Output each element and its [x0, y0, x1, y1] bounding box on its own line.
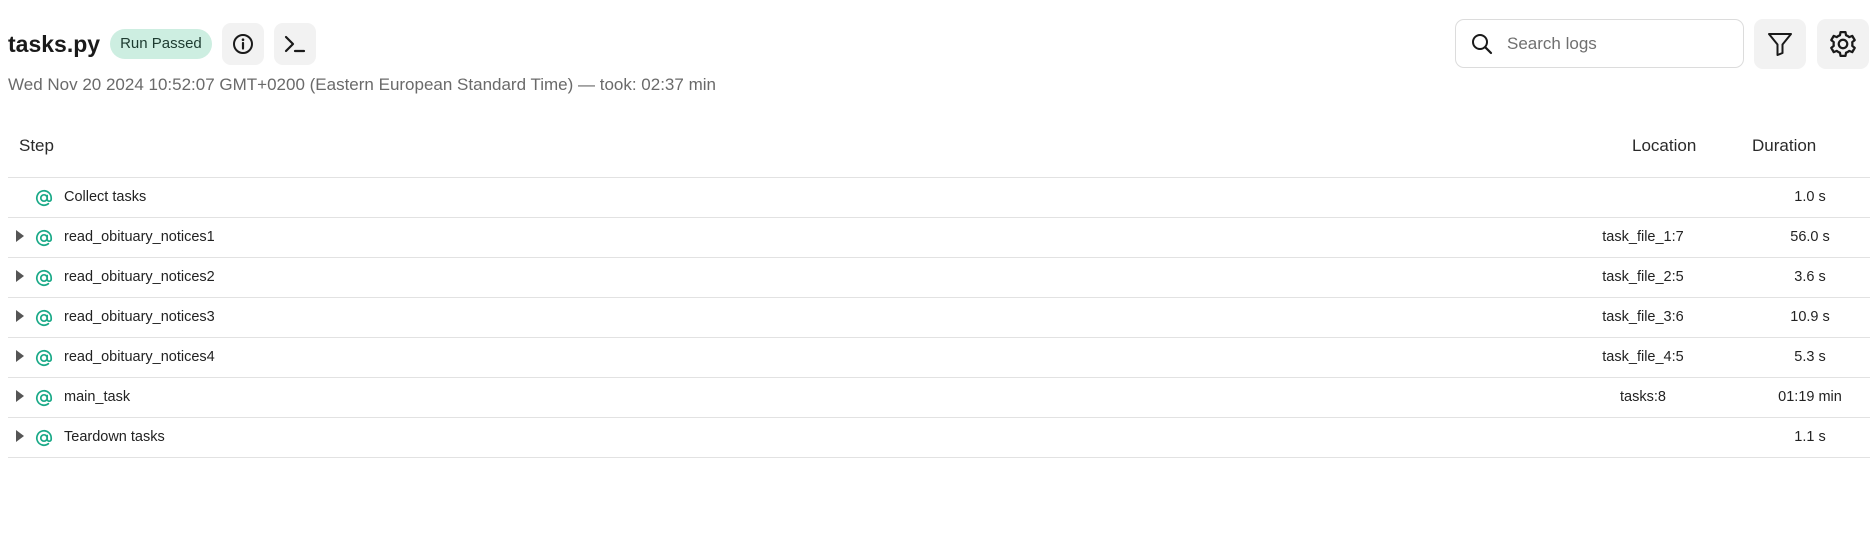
console-button[interactable] [273, 23, 316, 65]
filter-icon [1768, 33, 1792, 56]
step-location: task_file_4:5 [1602, 349, 1684, 365]
search-box[interactable] [1455, 19, 1744, 68]
keyword-at-icon [36, 349, 53, 367]
header: tasks.py Run Passed Wed Nov 20 2024 10:5… [0, 0, 1874, 110]
step-name: Teardown tasks [64, 429, 165, 445]
table-row[interactable]: read_obituary_notices4 task_file_4:5 5.3… [8, 338, 1870, 378]
info-button[interactable] [221, 23, 264, 65]
info-icon [232, 34, 253, 54]
expand-caret-icon[interactable] [16, 350, 24, 362]
gear-icon [1830, 31, 1856, 57]
step-duration: 1.1 s [1794, 429, 1826, 445]
table-header: Step Location Duration [8, 122, 1870, 178]
keyword-at-icon [36, 189, 53, 207]
column-header-location: Location [1632, 136, 1697, 155]
search-input[interactable] [1505, 32, 1729, 55]
title-row: tasks.py Run Passed [8, 22, 316, 66]
step-name: read_obituary_notices4 [64, 349, 215, 365]
step-duration: 01:19 min [1778, 389, 1842, 405]
status-badge: Run Passed [110, 29, 212, 59]
expand-caret-icon[interactable] [16, 310, 24, 322]
table-row[interactable]: main_task tasks:8 01:19 min [8, 378, 1870, 418]
search-icon [1469, 31, 1495, 57]
step-duration: 56.0 s [1790, 229, 1830, 245]
table-row[interactable]: read_obituary_notices1 task_file_1:7 56.… [8, 218, 1870, 258]
table-row[interactable]: Teardown tasks 1.1 s [8, 418, 1870, 458]
step-duration: 1.0 s [1794, 189, 1826, 205]
expand-caret-icon[interactable] [16, 270, 24, 282]
step-name: read_obituary_notices2 [64, 269, 215, 285]
keyword-at-icon [36, 229, 53, 247]
table-row[interactable]: read_obituary_notices3 task_file_3:6 10.… [8, 298, 1870, 338]
expand-caret-icon[interactable] [16, 390, 24, 402]
expand-caret-icon[interactable] [16, 230, 24, 242]
expand-caret-icon[interactable] [16, 430, 24, 442]
step-name: Collect tasks [64, 189, 147, 205]
column-header-duration: Duration [1752, 136, 1817, 155]
settings-button[interactable] [1817, 19, 1869, 69]
table-row[interactable]: read_obituary_notices2 task_file_2:5 3.6… [8, 258, 1870, 298]
step-duration: 5.3 s [1794, 349, 1826, 365]
steps-table: Step Location Duration Collect tasks 1.0… [8, 122, 1870, 458]
keyword-at-icon [36, 429, 53, 447]
step-location: task_file_3:6 [1602, 309, 1684, 325]
step-location: task_file_2:5 [1602, 269, 1684, 285]
step-name: main_task [64, 389, 131, 405]
step-location: tasks:8 [1620, 389, 1666, 405]
terminal-icon [284, 35, 305, 53]
step-name: read_obituary_notices3 [64, 309, 215, 325]
step-duration: 3.6 s [1794, 269, 1826, 285]
column-header-step: Step [19, 136, 54, 155]
filter-button[interactable] [1754, 19, 1806, 69]
page-title: tasks.py [8, 31, 101, 57]
keyword-at-icon [36, 389, 53, 407]
keyword-at-icon [36, 309, 53, 327]
step-name: read_obituary_notices1 [64, 229, 215, 245]
keyword-at-icon [36, 269, 53, 287]
run-timestamp: Wed Nov 20 2024 10:52:07 GMT+0200 (Easte… [8, 75, 716, 94]
step-location: task_file_1:7 [1602, 229, 1684, 245]
step-duration: 10.9 s [1790, 309, 1830, 325]
table-row[interactable]: Collect tasks 1.0 s [8, 178, 1870, 218]
